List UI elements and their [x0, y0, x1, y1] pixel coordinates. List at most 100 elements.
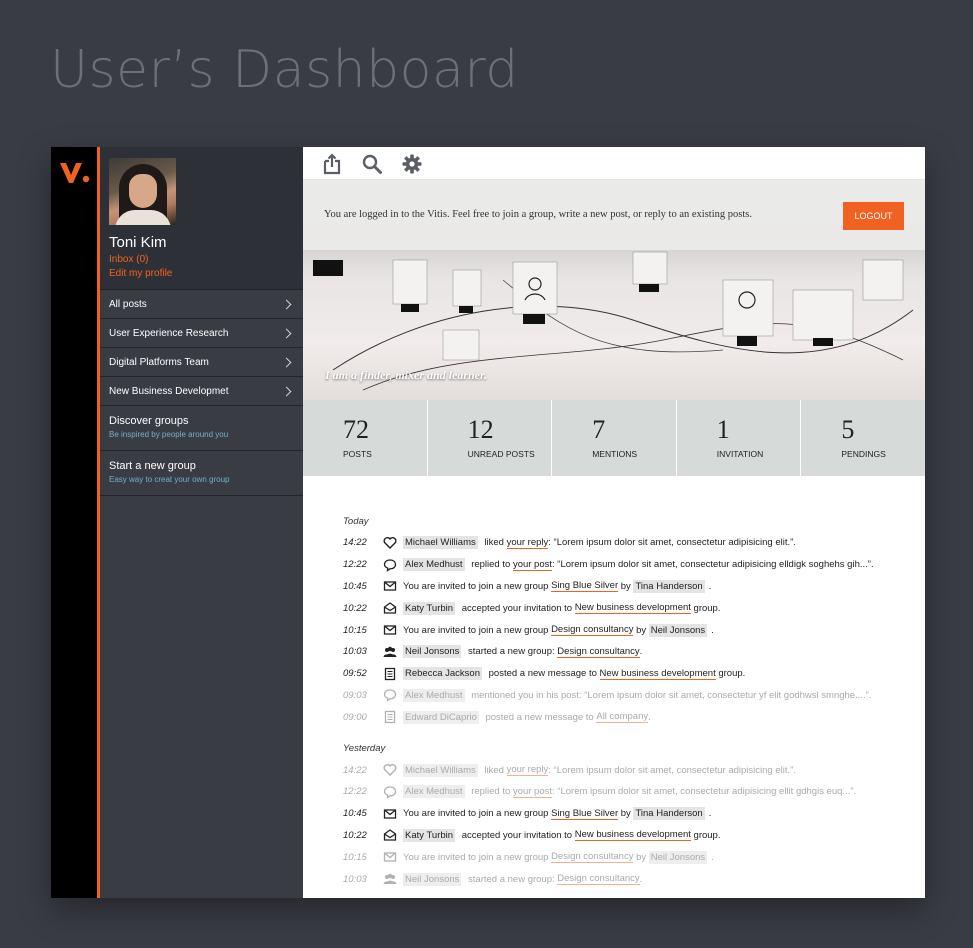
user-mention[interactable]: Neil Jonsons: [648, 623, 708, 637]
activity-link[interactable]: your reply: [506, 537, 549, 549]
user-mention[interactable]: Neil Jonsons: [403, 872, 462, 886]
user-mention[interactable]: Rebecca Jackson: [403, 667, 482, 681]
mail-icon: [383, 579, 403, 593]
activity-link[interactable]: Design consultancy: [551, 624, 634, 637]
user-mention[interactable]: Alex Medhust: [403, 785, 465, 799]
activity-link[interactable]: Design consultancy: [557, 646, 640, 658]
user-mention[interactable]: Katy Turbin: [403, 828, 456, 842]
sidebar-item-all-posts[interactable]: All posts: [100, 290, 303, 319]
activity-link[interactable]: your post: [512, 559, 553, 571]
activity-text: liked: [481, 537, 507, 549]
mail-icon: [383, 850, 403, 864]
dashboard-window: Toni Kim Inbox (0) Edit my profile All p…: [51, 147, 925, 898]
activity-row: 10:45 You are invited to join a new group…: [343, 576, 925, 598]
user-mention[interactable]: Neil Jonsons: [648, 850, 708, 864]
activity-row: 09:03 Alex Medhust mentioned you in his p…: [343, 685, 925, 707]
activity-text: accepted your invitation to: [459, 829, 575, 841]
mail-open-icon: [383, 601, 403, 615]
discover-groups-link[interactable]: Discover groups Be inspired by people ar…: [100, 406, 303, 451]
user-mention[interactable]: Tina Handerson: [633, 579, 705, 593]
logout-button[interactable]: LOGOUT: [843, 202, 904, 230]
hero-banner: You are logged in to the Vitis. Feel fre…: [303, 180, 925, 400]
activity-link[interactable]: Sing Blue Silver: [551, 808, 619, 820]
app-rail: [51, 147, 97, 898]
heart-icon: [383, 536, 403, 550]
sidebar-item-label: New Business Developmet: [109, 385, 229, 397]
stat-posts[interactable]: 72 POSTS: [303, 400, 428, 476]
mail-open-icon: [383, 828, 403, 842]
today-activity-list: 14:22 Michael Williams liked your reply: …: [343, 532, 925, 728]
activity-link[interactable]: Sing Blue Silver: [551, 580, 619, 593]
activity-time: 10:22: [343, 602, 367, 614]
day-heading-yesterday: Yesterday: [343, 743, 386, 755]
sidebar: Toni Kim Inbox (0) Edit my profile All p…: [97, 147, 303, 898]
share-icon[interactable]: [321, 153, 343, 175]
mail-icon: [383, 807, 403, 821]
group-icon: [383, 645, 403, 659]
activity-time: 09:00: [343, 711, 367, 723]
user-mention[interactable]: Tina Handerson: [633, 807, 705, 821]
stat-invitation[interactable]: 1 INVITATION: [677, 400, 802, 476]
sidebar-item-label: User Experience Research: [109, 327, 229, 339]
activity-text: You are invited to join a new group: [403, 580, 552, 592]
activity-text: posted a new message to: [482, 711, 597, 723]
activity-text: You are invited to join a new group: [403, 851, 552, 863]
activity-link[interactable]: All company: [596, 711, 649, 724]
user-mention[interactable]: Neil Jonsons: [403, 645, 462, 659]
inbox-link[interactable]: Inbox (0): [109, 254, 148, 265]
sidebar-item-digital-platforms-team[interactable]: Digital Platforms Team: [100, 348, 303, 377]
user-mention[interactable]: Edward DiCaprio: [403, 710, 479, 724]
comment-icon: [383, 558, 403, 572]
activity-text: You are invited to join a new group: [403, 624, 552, 636]
sidebar-item-label: Digital Platforms Team: [109, 356, 209, 368]
user-mention[interactable]: Alex Medhust: [403, 558, 465, 572]
notice-bar: You are logged in to the Vitis. Feel fre…: [303, 180, 925, 250]
activity-row: 14:22 Michael Williams liked your reply: …: [343, 759, 925, 781]
stat-pendings[interactable]: 5 PENDINGS: [801, 400, 925, 476]
activity-row: 09:52 Rebecca Jackson posted a new messag…: [343, 663, 925, 685]
sidebar-item-label: All posts: [109, 298, 147, 310]
document-icon: [383, 667, 403, 681]
edit-profile-link[interactable]: Edit my profile: [109, 268, 172, 279]
activity-link[interactable]: Design consultancy: [551, 851, 634, 864]
user-mention[interactable]: Alex Medhust: [403, 688, 465, 702]
start-group-link[interactable]: Start a new group Easy way to creat your…: [100, 451, 303, 496]
activity-text: .: [648, 711, 651, 723]
sidebar-item-user-experience-research[interactable]: User Experience Research: [100, 319, 303, 348]
stat-unread-posts[interactable]: 12 UNREAD POSTS: [428, 400, 553, 476]
activity-text: by: [633, 851, 649, 863]
stat-number: 72: [343, 415, 369, 444]
activity-link[interactable]: New business development: [599, 668, 716, 680]
activity-text: : “Lorem ipsum dolor sit amet, consectet…: [548, 537, 796, 549]
user-mention[interactable]: Katy Turbin: [403, 601, 456, 615]
sidebar-item-new-business[interactable]: New Business Developmet: [100, 377, 303, 406]
chevron-right-icon: [281, 328, 292, 338]
activity-text: liked: [481, 764, 507, 776]
activity-time: 10:22: [343, 829, 367, 841]
stat-number: 5: [841, 415, 855, 444]
activity-time: 12:22: [343, 559, 367, 571]
group-icon: [383, 872, 403, 886]
activity-link[interactable]: your post: [512, 786, 553, 798]
stat-mentions[interactable]: 7 MENTIONS: [552, 400, 677, 476]
activity-time: 09:52: [343, 668, 367, 680]
activity-link[interactable]: New business development: [574, 829, 691, 842]
activity-text: group.: [690, 829, 721, 841]
activity-text: : “Lorem ipsum dolor sit amet, consectet…: [552, 559, 874, 571]
activity-link[interactable]: Design consultancy: [557, 873, 640, 886]
vitis-logo-icon[interactable]: [59, 161, 91, 185]
avatar[interactable]: [109, 158, 176, 225]
stat-label: INVITATION: [716, 449, 764, 459]
page-title: User’s Dashboard: [50, 40, 519, 100]
stat-label: UNREAD POSTS: [467, 449, 535, 459]
user-mention[interactable]: Michael Williams: [403, 536, 478, 550]
gear-icon[interactable]: [401, 153, 423, 175]
user-mention[interactable]: Michael Williams: [403, 763, 478, 777]
stat-number: 1: [716, 415, 730, 444]
activity-link[interactable]: New business development: [574, 602, 691, 615]
activity-link[interactable]: your reply: [506, 764, 549, 777]
search-icon[interactable]: [361, 153, 383, 175]
day-heading-today: Today: [343, 516, 369, 527]
activity-text: .: [639, 873, 643, 885]
profile-card: Toni Kim Inbox (0) Edit my profile: [100, 147, 303, 290]
